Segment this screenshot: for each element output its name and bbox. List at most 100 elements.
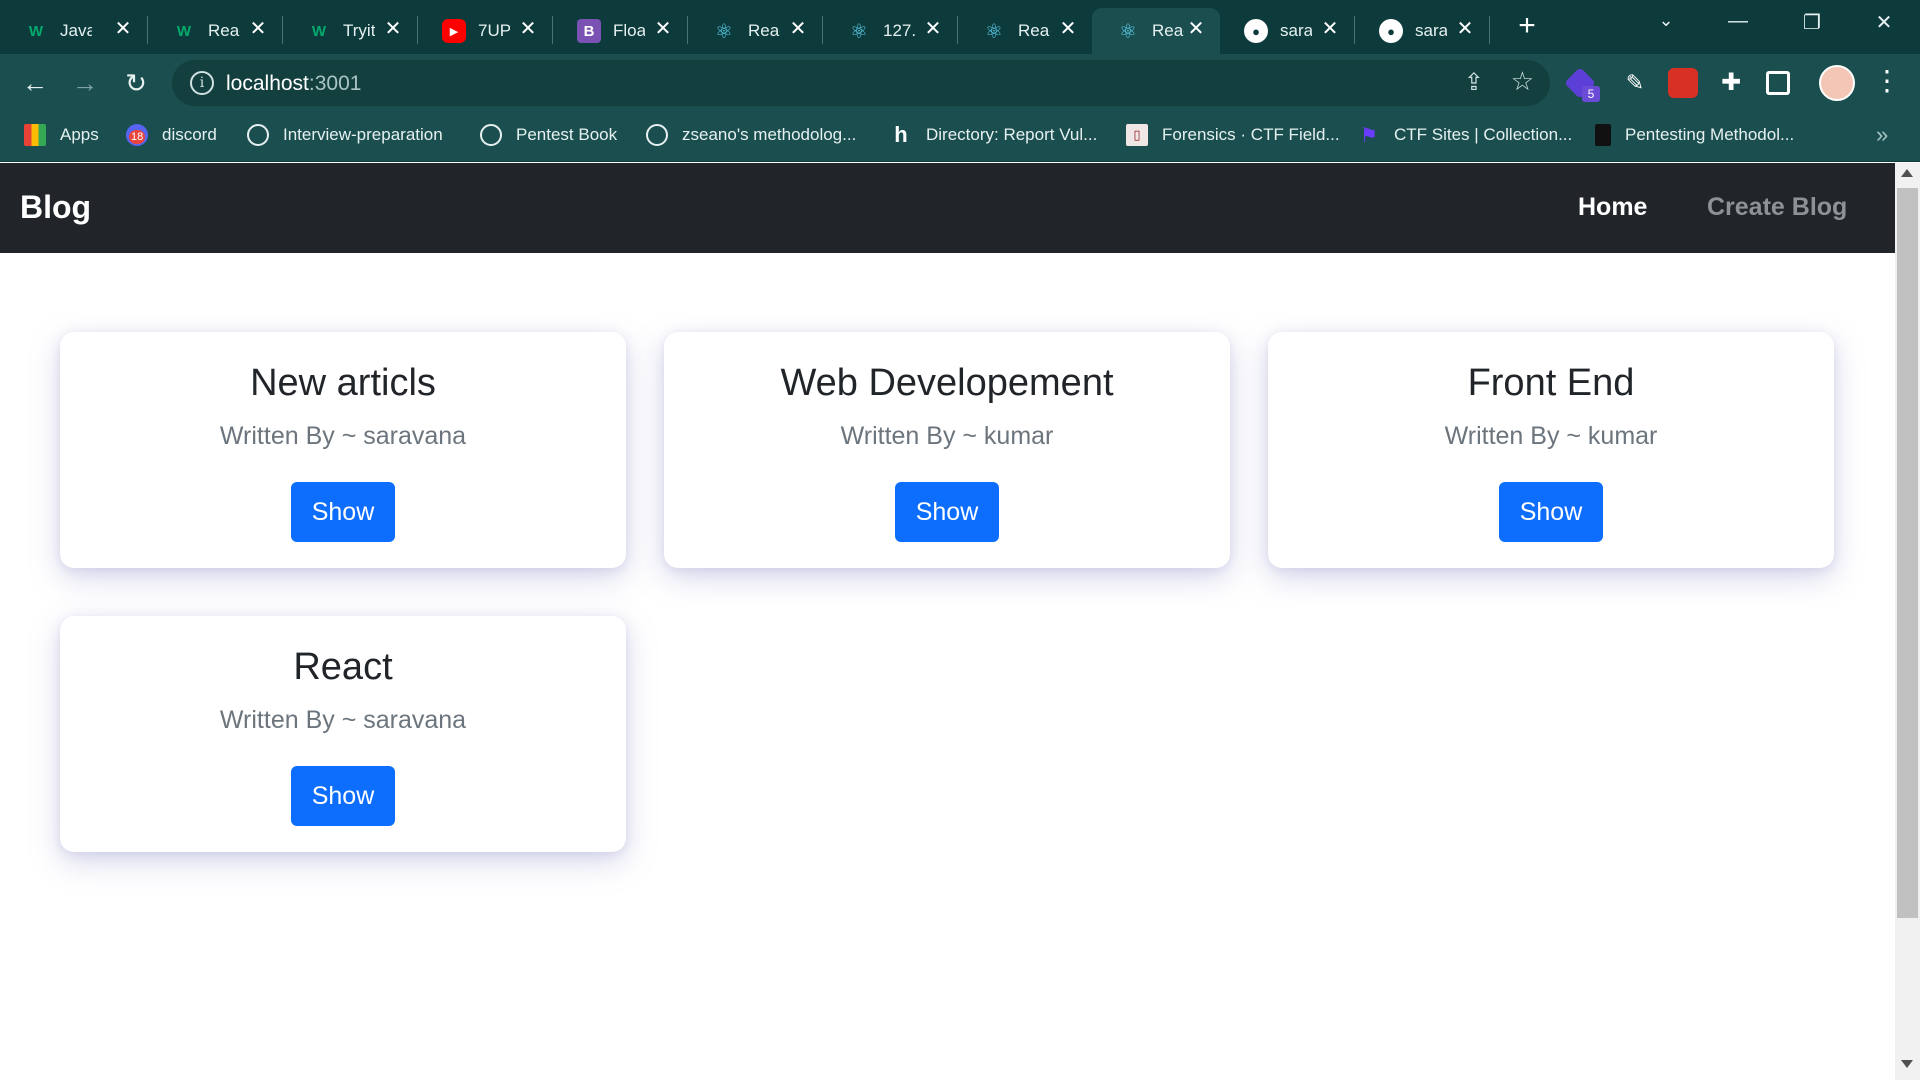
bootstrap-icon: B — [577, 19, 601, 43]
show-button[interactable]: Show — [895, 482, 999, 542]
blog-card-author: Written By ~ kumar — [840, 422, 1054, 450]
blog-card-author: Written By ~ saravana — [219, 422, 467, 450]
back-icon[interactable]: ← — [18, 66, 52, 100]
blog-card: New articls Written By ~ saravana Show — [60, 332, 626, 568]
browser-tab[interactable]: W Java ✕ — [0, 8, 147, 54]
close-icon[interactable]: ✕ — [383, 19, 403, 39]
browser-tab[interactable]: ⚛ 127. ✕ — [823, 8, 957, 54]
nav-link-home[interactable]: Home — [1578, 193, 1647, 222]
tab-title: Java — [60, 21, 92, 40]
new-tab-button[interactable]: + — [1512, 11, 1542, 42]
browser-tab[interactable]: W Reac ✕ — [148, 8, 282, 54]
tab-title: Reac — [1152, 21, 1184, 40]
bookmark-item[interactable]: Pentesting Methodol... — [1595, 124, 1794, 146]
close-icon[interactable]: ✕ — [923, 19, 943, 39]
react-icon: ⚛ — [715, 20, 733, 43]
blog-card: React Written By ~ saravana Show — [60, 616, 626, 852]
bookmark-item[interactable]: zseano's methodolog... — [646, 124, 856, 146]
browser-toolbar: ← → ↻ i localhost:3001 ⇪ ☆ 5 ✎ ✚ ⋮ — [0, 54, 1920, 112]
blog-card: Front End Written By ~ kumar Show — [1268, 332, 1834, 568]
nav-link-create-blog[interactable]: Create Blog — [1707, 193, 1847, 222]
share-icon[interactable]: ⇪ — [1464, 68, 1484, 97]
tab-strip: W Java ✕ W Reac ✕ W Tryit ✕ ▶ 7UP ✕ B Fl… — [0, 0, 1920, 54]
globe-icon — [480, 124, 502, 146]
pen-tool-icon[interactable]: ✎ — [1620, 68, 1650, 98]
navbar-brand[interactable]: Blog — [20, 189, 91, 226]
bookmark-item[interactable]: Interview-preparation — [247, 124, 443, 146]
blog-card-author: Written By ~ saravana — [219, 706, 467, 734]
tab-title: Reac — [208, 21, 240, 40]
apps-grid-icon — [24, 124, 46, 146]
react-icon: ⚛ — [850, 20, 868, 43]
tab-title: Reac — [1018, 21, 1050, 40]
show-button[interactable]: Show — [1499, 482, 1603, 542]
show-button[interactable]: Show — [291, 766, 395, 826]
close-icon[interactable]: ✕ — [518, 19, 538, 39]
globe-icon — [247, 124, 269, 146]
forward-icon[interactable]: → — [68, 66, 102, 100]
close-icon[interactable]: ✕ — [653, 19, 673, 39]
url-text[interactable]: localhost:3001 — [226, 72, 361, 96]
scroll-up-arrow-icon[interactable] — [1901, 169, 1913, 177]
bookmark-star-icon[interactable]: ☆ — [1511, 66, 1534, 97]
blog-card-title: New articls — [250, 362, 436, 404]
github-icon: ● — [1379, 19, 1403, 43]
bookmark-item[interactable]: ⚑ CTF Sites | Collection... — [1358, 124, 1572, 147]
tab-search-icon[interactable]: ⌄ — [1646, 10, 1686, 31]
blog-card-title: Front End — [1467, 362, 1635, 404]
close-icon[interactable]: ✕ — [1186, 19, 1206, 39]
hackerone-icon: h — [894, 122, 908, 147]
extension-badge: 5 — [1582, 86, 1600, 102]
browser-tab-active[interactable]: ⚛ Reac ✕ — [1092, 8, 1220, 54]
w3schools-icon: W — [28, 22, 44, 40]
discord-icon: 18 — [126, 124, 148, 146]
react-icon: ⚛ — [985, 20, 1003, 43]
restore-button[interactable]: ❐ — [1792, 10, 1832, 35]
bookmark-item[interactable]: Pentest Book — [480, 124, 617, 146]
tab-title: sara — [1280, 21, 1312, 40]
page-scrollbar[interactable] — [1895, 163, 1920, 1080]
show-button[interactable]: Show — [291, 482, 395, 542]
reload-icon[interactable]: ↻ — [119, 66, 153, 100]
w3schools-icon: W — [311, 22, 327, 40]
bookmark-item[interactable]: 18 discord — [126, 124, 217, 146]
browser-tab[interactable]: ● sara ✕ — [1220, 8, 1354, 54]
browser-tab[interactable]: ▶ 7UP ✕ — [418, 8, 552, 54]
avatar[interactable] — [1819, 65, 1855, 101]
browser-tab[interactable]: W Tryit ✕ — [283, 8, 417, 54]
close-icon[interactable]: ✕ — [1058, 19, 1078, 39]
bookmark-item[interactable]: h Directory: Report Vul... — [890, 122, 1097, 147]
close-icon[interactable]: ✕ — [1455, 19, 1475, 39]
close-icon[interactable]: ✕ — [248, 19, 268, 39]
close-icon[interactable]: ✕ — [113, 19, 133, 39]
scroll-down-arrow-icon[interactable] — [1901, 1060, 1913, 1068]
bookmark-item[interactable]: Apps — [24, 124, 99, 146]
blog-card-author: Written By ~ kumar — [1444, 422, 1658, 450]
address-bar[interactable]: i localhost:3001 ⇪ ☆ — [172, 60, 1550, 106]
more-bookmarks-icon[interactable]: » — [1876, 122, 1888, 148]
more-menu-icon[interactable]: ⋮ — [1873, 66, 1901, 96]
puzzle-icon[interactable]: ✚ — [1716, 68, 1746, 98]
flag-icon: ⚑ — [1360, 124, 1378, 147]
browser-tab[interactable]: ● sara ✕ — [1355, 8, 1489, 54]
browser-tab[interactable]: ⚛ Reac ✕ — [958, 8, 1092, 54]
close-icon[interactable]: ✕ — [788, 19, 808, 39]
page-viewport: Blog Home Create Blog New articls Writte… — [0, 163, 1895, 1080]
browser-tab[interactable]: B Floa ✕ — [553, 8, 687, 54]
extension-red-icon[interactable] — [1668, 68, 1698, 98]
app-navbar: Blog Home Create Blog — [0, 163, 1895, 253]
tab-title: Floa — [613, 21, 645, 40]
book-icon: ▯ — [1126, 124, 1148, 146]
tab-title: Tryit — [343, 21, 375, 40]
site-info-icon[interactable]: i — [190, 71, 214, 95]
browser-tab[interactable]: ⚛ Reac ✕ — [688, 8, 822, 54]
close-icon[interactable]: ✕ — [1320, 19, 1340, 39]
w3schools-icon: W — [176, 22, 192, 40]
side-panel-icon[interactable] — [1766, 71, 1790, 95]
minimize-button[interactable]: — — [1718, 10, 1758, 33]
bookmark-item[interactable]: ▯ Forensics · CTF Field... — [1126, 124, 1340, 146]
close-window-button[interactable]: ✕ — [1864, 10, 1904, 35]
scroll-thumb[interactable] — [1897, 188, 1918, 918]
react-icon: ⚛ — [1119, 20, 1137, 43]
tab-title: 7UP — [478, 21, 510, 40]
